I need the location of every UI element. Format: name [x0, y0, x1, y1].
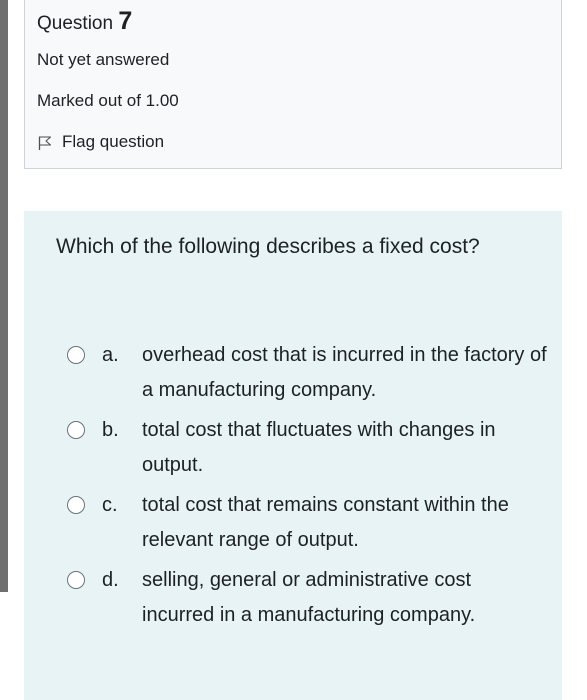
- option-letter: b.: [102, 419, 119, 441]
- question-state: Not yet answered: [37, 50, 170, 69]
- radio-button-a[interactable]: [67, 346, 85, 364]
- option-text: overhead cost that is incurred in the fa…: [142, 344, 547, 401]
- flag-question-label: Flag question: [62, 132, 165, 151]
- quiz-page: Question 7 Not yet answered Marked out o…: [0, 0, 587, 700]
- answer-option-c[interactable]: c. total cost that remains constant with…: [24, 488, 562, 563]
- option-text: total cost that remains constant within …: [142, 494, 509, 551]
- question-info-panel: Question 7 Not yet answered Marked out o…: [24, 0, 562, 169]
- option-letter: a.: [102, 344, 119, 366]
- radio-button-d[interactable]: [67, 571, 85, 589]
- flag-icon: [37, 134, 53, 150]
- page-left-border: [0, 0, 8, 592]
- option-text: selling, general or administrative cost …: [142, 569, 476, 626]
- question-text: Which of the following describes a fixed…: [56, 235, 480, 258]
- option-letter: c.: [102, 494, 118, 516]
- option-letter: d.: [102, 569, 119, 591]
- flag-question-button[interactable]: Flag question: [37, 130, 164, 154]
- radio-button-c[interactable]: [67, 496, 85, 514]
- radio-button-b[interactable]: [67, 421, 85, 439]
- answer-options: a. overhead cost that is incurred in the…: [24, 338, 562, 638]
- question-heading: Question 7: [37, 6, 132, 39]
- question-formulation: Which of the following describes a fixed…: [24, 211, 562, 700]
- question-grade: Marked out of 1.00: [37, 91, 179, 110]
- answer-option-d[interactable]: d. selling, general or administrative co…: [24, 563, 562, 638]
- option-text: total cost that fluctuates with changes …: [142, 419, 496, 476]
- answer-option-b[interactable]: b. total cost that fluctuates with chang…: [24, 413, 562, 488]
- answer-option-a[interactable]: a. overhead cost that is incurred in the…: [24, 338, 562, 413]
- question-number: 7: [118, 7, 133, 35]
- question-label: Question: [37, 13, 114, 34]
